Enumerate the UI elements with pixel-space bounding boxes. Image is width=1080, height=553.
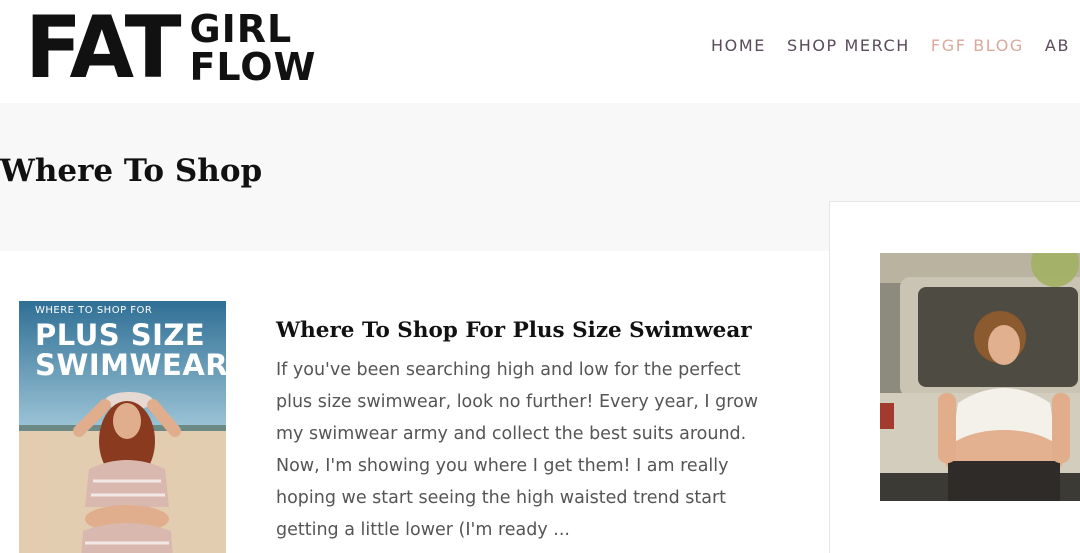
post-excerpt: If you've been searching high and low fo…: [276, 360, 759, 540]
thumbnail-kicker: WHERE TO SHOP FOR: [35, 305, 153, 316]
sidebar-photo[interactable]: [880, 253, 1080, 501]
post-title-link[interactable]: Where To Shop For Plus Size Swimwear: [276, 318, 752, 343]
sidebar-card: [829, 201, 1080, 553]
post-thumbnail[interactable]: WHERE TO SHOP FOR PLUS SIZE SWIMWEAR: [19, 301, 226, 553]
site-logo[interactable]: FAT GIRL FLOW: [25, 0, 317, 98]
nav-fgf-blog[interactable]: FGF BLOG: [931, 36, 1024, 55]
logo-girl-text: GIRL: [189, 7, 293, 51]
site-header: FAT GIRL FLOW HOME SHOP MERCH FGF BLOG A…: [0, 0, 1080, 103]
main-nav: HOME SHOP MERCH FGF BLOG AB: [711, 36, 1080, 55]
nav-shop-merch[interactable]: SHOP MERCH: [787, 36, 910, 55]
logo-fat-text: FAT: [25, 0, 182, 98]
logo-flow-text: FLOW: [189, 45, 317, 89]
thumbnail-title-line2: SWIMWEAR: [35, 348, 226, 382]
thumbnail-title: PLUS SIZE SWIMWEAR: [35, 320, 226, 380]
sidebar-photo-graphic: [880, 253, 1080, 501]
thumbnail-title-line1: PLUS SIZE: [35, 318, 206, 352]
logo-stack: GIRL FLOW: [189, 7, 317, 89]
page-title: Where To Shop: [0, 153, 263, 189]
nav-home[interactable]: HOME: [711, 36, 766, 55]
nav-about[interactable]: AB: [1045, 36, 1070, 55]
